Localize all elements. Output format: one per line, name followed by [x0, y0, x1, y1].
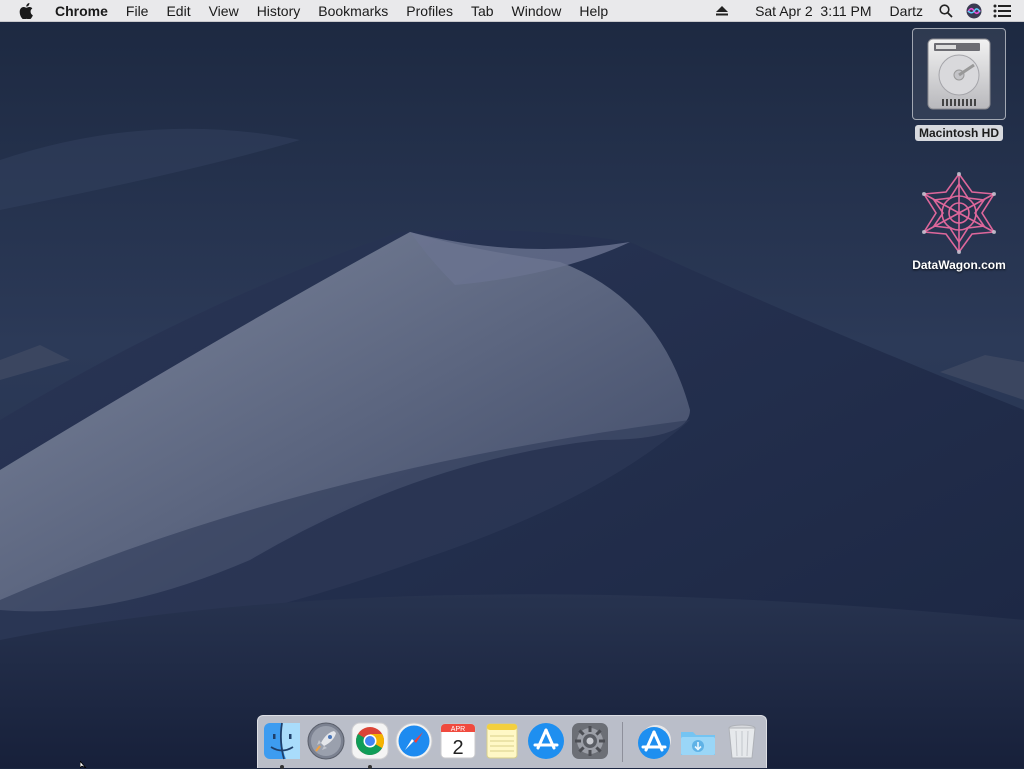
- dock-item-downloads[interactable]: [678, 721, 718, 763]
- launchpad-rocket-icon: [307, 722, 345, 760]
- menu-profiles[interactable]: Profiles: [397, 0, 462, 22]
- dock: APR 2: [257, 715, 767, 769]
- dock-separator: [622, 722, 623, 762]
- datawagon-logo-icon: [922, 172, 996, 254]
- dock-item-finder[interactable]: [262, 721, 302, 769]
- menu-bar-status-area: Sat Apr 2 3:11 PM Dartz: [708, 0, 1024, 22]
- running-indicator: [368, 765, 372, 769]
- dock-item-applications-stack[interactable]: [634, 721, 674, 763]
- dock-item-calendar[interactable]: APR 2: [438, 721, 478, 763]
- siri-icon[interactable]: [964, 0, 984, 22]
- desktop-icon-macintosh-hd[interactable]: Macintosh HD: [912, 28, 1006, 142]
- chrome-icon: [351, 722, 389, 760]
- menu-edit[interactable]: Edit: [157, 0, 199, 22]
- menu-view[interactable]: View: [200, 0, 248, 22]
- menu-bookmarks[interactable]: Bookmarks: [309, 0, 397, 22]
- notification-center-icon[interactable]: [992, 0, 1012, 22]
- spotlight-search-icon[interactable]: [936, 0, 956, 22]
- menu-app-name[interactable]: Chrome: [47, 0, 117, 22]
- user-name[interactable]: Dartz: [881, 0, 932, 22]
- menu-help[interactable]: Help: [570, 0, 617, 22]
- menu-file[interactable]: File: [117, 0, 158, 22]
- apple-logo-icon[interactable]: [19, 2, 37, 20]
- desktop-icon-datawagon[interactable]: DataWagon.com: [900, 170, 1018, 272]
- menu-window[interactable]: Window: [503, 0, 571, 22]
- clock[interactable]: Sat Apr 2 3:11 PM: [746, 0, 880, 22]
- dock-item-app-store[interactable]: [526, 721, 566, 763]
- finder-icon: [264, 722, 300, 760]
- running-indicator: [280, 765, 284, 769]
- desktop-wallpaper: [0, 0, 1024, 768]
- mouse-cursor-icon: [80, 761, 87, 768]
- menu-tab[interactable]: Tab: [462, 0, 503, 22]
- calendar-icon: APR 2: [440, 723, 476, 759]
- desktop-icon-label: DataWagon.com: [912, 258, 1006, 272]
- app-store-stack-icon: [638, 725, 671, 759]
- notes-icon: [486, 723, 518, 759]
- trash-icon: [728, 724, 756, 759]
- menu-history[interactable]: History: [248, 0, 310, 22]
- safari-compass-icon: [395, 722, 433, 760]
- eject-icon[interactable]: [712, 0, 732, 22]
- dock-item-system-preferences[interactable]: [570, 721, 610, 763]
- dock-item-trash[interactable]: [722, 721, 762, 763]
- dock-item-launchpad[interactable]: [306, 721, 346, 763]
- selection-frame: [912, 28, 1006, 120]
- dock-item-notes[interactable]: [482, 721, 522, 763]
- dock-item-safari[interactable]: [394, 721, 434, 763]
- menu-bar: Chrome File Edit View History Bookmarks …: [0, 0, 1024, 22]
- gear-icon: [572, 723, 608, 759]
- desktop-icon-label: Macintosh HD: [914, 125, 1003, 141]
- app-store-icon: [528, 723, 564, 759]
- downloads-folder-icon: [681, 732, 715, 755]
- dock-item-chrome[interactable]: [350, 721, 390, 769]
- calendar-month: APR: [451, 726, 465, 733]
- hard-drive-icon: [927, 38, 991, 110]
- calendar-day: 2: [452, 737, 463, 759]
